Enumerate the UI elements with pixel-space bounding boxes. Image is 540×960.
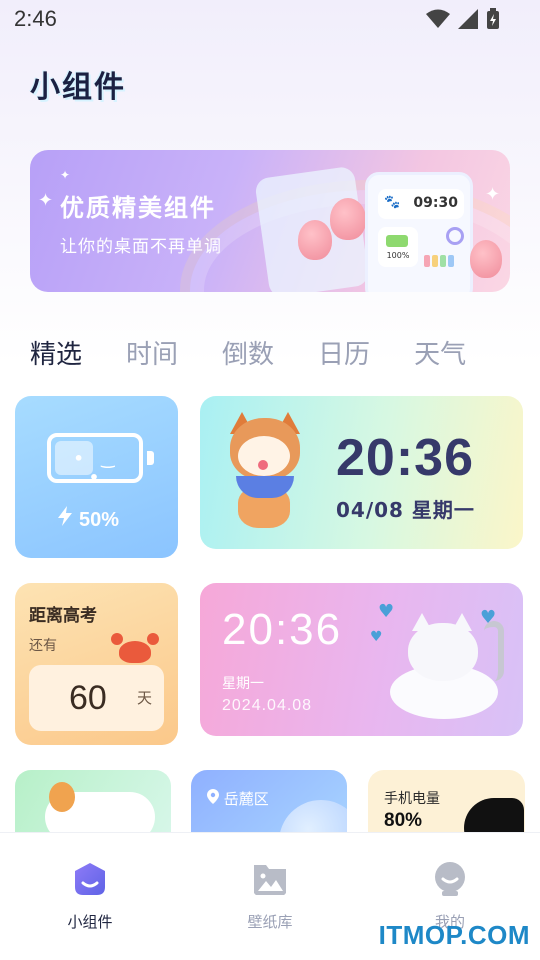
clock-time: 20:36 [222, 605, 343, 654]
battery-charging-icon [487, 8, 499, 29]
preview-phone: 🐾 09:30 100% [365, 172, 473, 292]
battery-icon [386, 235, 408, 247]
color-bars-icon [424, 255, 454, 267]
phone-battery-percent: 80% [384, 810, 423, 831]
phone-battery-label: 手机电量 [384, 791, 440, 807]
signal-icon [458, 9, 478, 29]
battery-face: • ‿ • [73, 449, 121, 487]
countdown-unit: 天 [137, 689, 153, 707]
lightning-icon [58, 506, 72, 526]
nav-widgets[interactable]: 小组件 [30, 861, 150, 932]
battery-percent: 50% [79, 509, 120, 531]
shiba-dog-icon [226, 412, 302, 528]
crab-icon [111, 633, 159, 663]
countdown-days: 60 [69, 679, 107, 717]
paw-icon: 🐾 [384, 195, 401, 210]
tab-calendar[interactable]: 日历 [318, 334, 370, 371]
page-title: 小组件 [30, 70, 126, 105]
status-icons [426, 8, 500, 30]
location-pin-icon [207, 789, 219, 804]
sparkle-icon: ✦ [485, 184, 501, 205]
clock-time: 20:36 [336, 429, 474, 487]
tab-featured[interactable]: 精选 [30, 334, 82, 371]
weather-location: 岳麓区 [223, 790, 269, 808]
tab-countdown[interactable]: 倒数 [222, 334, 274, 371]
exam-countdown-widget-card[interactable]: 距离高考 还有 60 天 [15, 583, 178, 745]
clock-cat-widget-card[interactable]: 20:36 星期一 2024.04.08 ♥ ♥ ♥ [200, 583, 523, 736]
nav-label: 壁纸库 [247, 913, 293, 931]
image-gallery-icon [254, 865, 286, 895]
banner-title: 优质精美组件 [60, 194, 216, 222]
countdown-box: 60 天 [29, 665, 164, 731]
category-tabs: 精选 时间 倒数 日历 天气 [30, 334, 510, 371]
promo-banner[interactable]: ✦ ✦ ✦ 优质精美组件 让你的桌面不再单调 🐾 09:30 100% [30, 150, 510, 292]
toggle-icon [424, 227, 464, 245]
clock-weekday: 星期一 [222, 676, 264, 692]
battery-tip [147, 451, 154, 465]
preview-battery-widget: 100% [378, 227, 418, 267]
tab-weather[interactable]: 天气 [414, 334, 466, 371]
banner-subtitle: 让你的桌面不再单调 [60, 237, 222, 257]
preview-clock-widget: 🐾 09:30 [378, 189, 464, 219]
countdown-title: 距离高考 [29, 606, 97, 626]
profile-icon [435, 862, 465, 896]
weather-location-row: 岳麓区 [207, 788, 269, 809]
nav-wallpapers[interactable]: 壁纸库 [210, 861, 330, 932]
widget-face-icon [75, 863, 105, 895]
wifi-icon [426, 9, 450, 28]
watermark-text: ITMOP.COM [378, 920, 530, 950]
battery-percent-row: 50% [57, 506, 119, 532]
clock-date: 04/08 星期一 [336, 498, 475, 522]
preview-time: 09:30 [413, 195, 458, 211]
white-cat-icon [390, 611, 510, 729]
clock-dog-widget-card[interactable]: 20:36 04/08 星期一 [200, 396, 523, 549]
tulip-icon [298, 220, 332, 260]
tulip-icon [330, 198, 366, 240]
status-time: 2:46 [14, 6, 57, 31]
battery-widget-card[interactable]: • ‿ • 50% [15, 396, 178, 558]
tulip-icon [470, 240, 502, 278]
nav-label: 小组件 [67, 913, 113, 931]
tab-time[interactable]: 时间 [126, 334, 178, 371]
countdown-sub: 还有 [29, 638, 57, 654]
preview-battery: 100% [386, 251, 410, 260]
sparkle-icon: ✦ [60, 168, 71, 182]
heart-icon: ♥ [370, 629, 383, 645]
status-bar: 2:46 [0, 0, 540, 40]
sparkle-icon: ✦ [38, 190, 54, 211]
clock-date: 2024.04.08 [222, 697, 313, 714]
